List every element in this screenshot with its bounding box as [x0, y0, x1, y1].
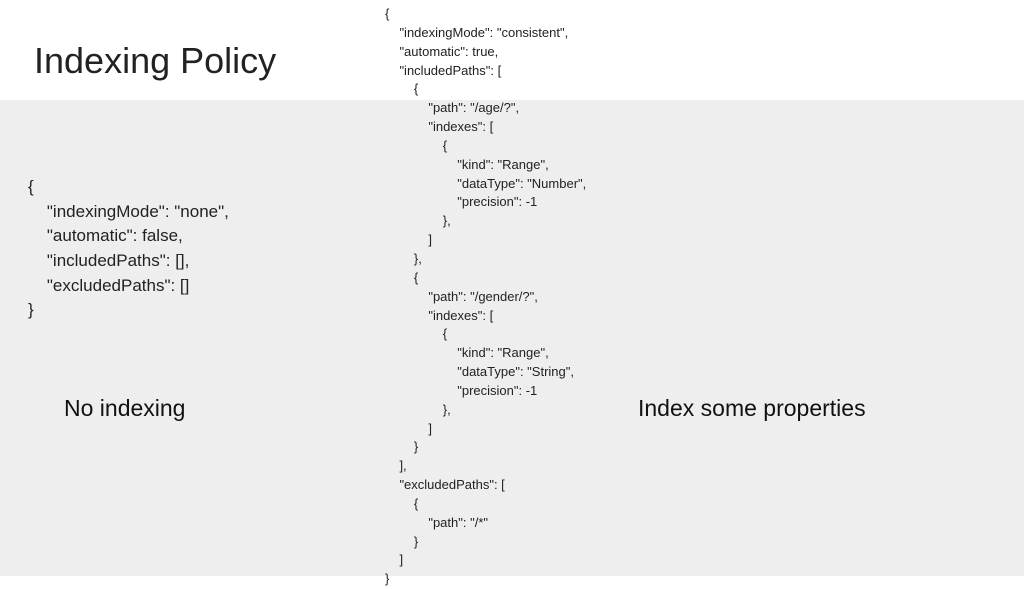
left-code-block: { "indexingMode": "none", "automatic": f… [28, 175, 229, 323]
right-caption: Index some properties [638, 395, 866, 422]
left-caption: No indexing [64, 395, 185, 422]
body-area: { "indexingMode": "none", "automatic": f… [0, 100, 1024, 576]
slide-title: Indexing Policy [34, 40, 276, 82]
right-code-block: { "indexingMode": "consistent", "automat… [385, 5, 586, 589]
